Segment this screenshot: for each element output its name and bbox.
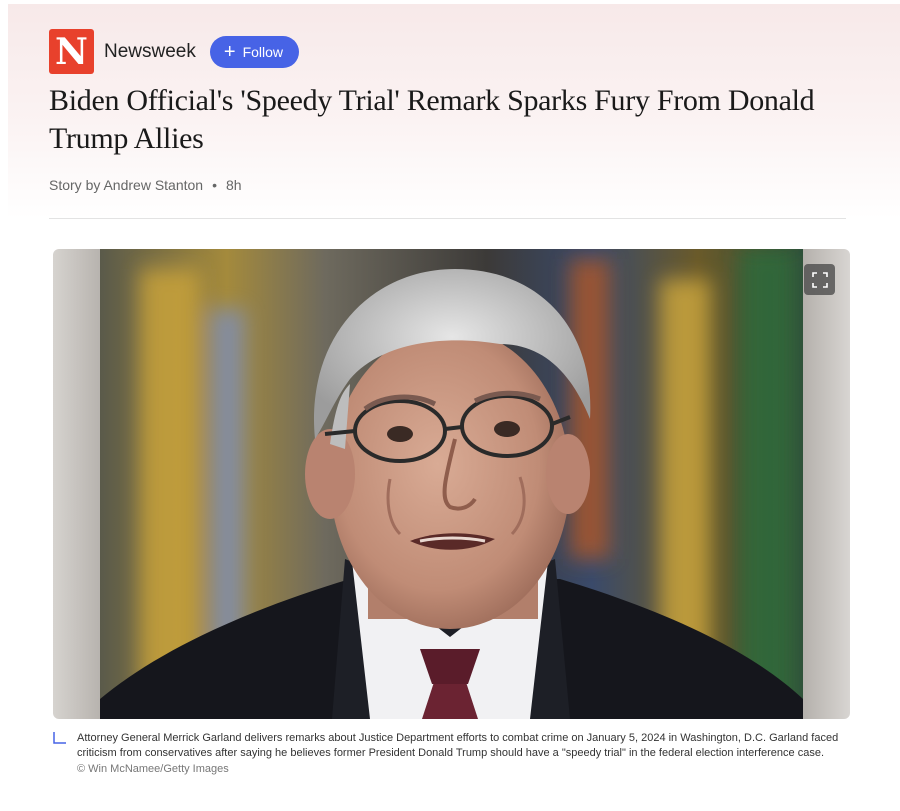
plus-icon: + xyxy=(223,40,236,63)
follow-label: Follow xyxy=(242,43,284,60)
image-caption: Attorney General Merrick Garland deliver… xyxy=(53,731,843,777)
publish-age: 8h xyxy=(226,177,242,193)
publisher-header: N Newsweek + Follow xyxy=(49,29,300,74)
photo-credit: © Win McNamee/Getty Images xyxy=(77,763,229,775)
expand-image-button[interactable] xyxy=(804,264,835,295)
article-headline: Biden Official's 'Speedy Trial' Remark S… xyxy=(49,84,815,155)
expand-icon xyxy=(811,271,828,288)
author-byline: Story by Andrew Stanton xyxy=(49,177,204,193)
logo-letter: N xyxy=(55,30,88,73)
article-image[interactable] xyxy=(53,249,850,719)
follow-button[interactable]: + Follow xyxy=(209,35,300,68)
publisher-name[interactable]: Newsweek xyxy=(104,41,196,63)
caption-text: Attorney General Merrick Garland deliver… xyxy=(77,732,839,759)
newsweek-logo[interactable]: N xyxy=(49,29,94,74)
caption-corner-icon xyxy=(53,732,66,744)
byline-separator: • xyxy=(212,177,217,193)
article-photo xyxy=(100,249,803,719)
article-byline: Story by Andrew Stanton • 8h xyxy=(49,177,242,193)
header-divider xyxy=(49,218,846,219)
